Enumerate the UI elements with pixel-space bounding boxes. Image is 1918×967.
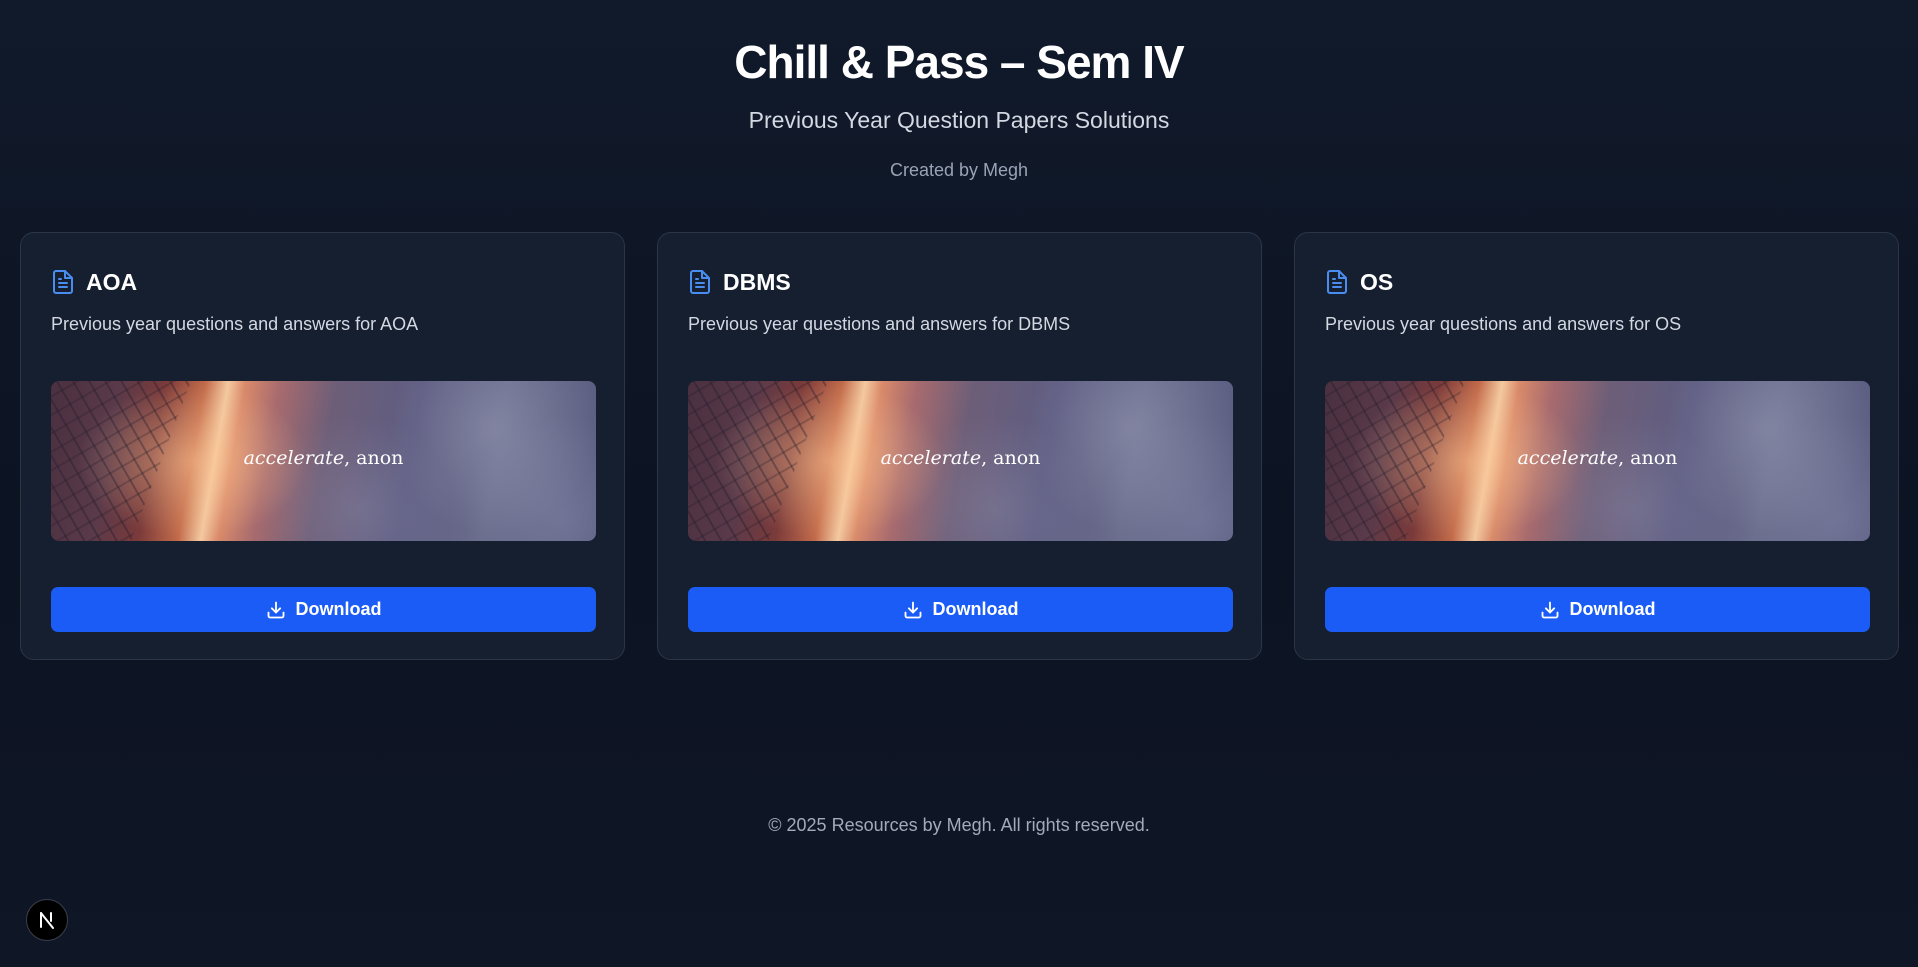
banner-caption-accent: accelerate <box>243 447 345 469</box>
download-button[interactable]: Download <box>51 587 596 632</box>
banner-caption-rest: , anon <box>1618 447 1678 469</box>
card-os: OS Previous year questions and answers f… <box>1294 232 1899 660</box>
card-header: DBMS <box>688 267 791 297</box>
page-title: Chill & Pass – Sem IV <box>734 36 1184 88</box>
resource-cards: AOA Previous year questions and answers … <box>20 232 1900 662</box>
banner-caption: accelerate, anon <box>688 447 1233 469</box>
page-subtitle: Previous Year Question Papers Solutions <box>748 107 1170 133</box>
card-title: DBMS <box>723 268 791 295</box>
card-header: OS <box>1325 267 1393 297</box>
download-button-label: Download <box>932 599 1019 619</box>
card-description: Previous year questions and answers for … <box>51 314 419 334</box>
document-icon <box>688 269 712 295</box>
banner-caption-accent: accelerate <box>1517 447 1619 469</box>
banner-caption-rest: , anon <box>344 447 404 469</box>
banner-caption: accelerate, anon <box>51 447 596 469</box>
card-dbms: DBMS Previous year questions and answers… <box>657 232 1262 660</box>
banner-caption: accelerate, anon <box>1325 447 1870 469</box>
card-description: Previous year questions and answers for … <box>688 314 1071 334</box>
nextjs-logo-icon[interactable] <box>26 899 68 941</box>
download-icon <box>266 600 286 620</box>
download-button[interactable]: Download <box>1325 587 1870 632</box>
banner-caption-accent: accelerate <box>880 447 982 469</box>
document-icon <box>1325 269 1349 295</box>
banner-image: accelerate, anon <box>51 381 596 541</box>
card-title: OS <box>1360 268 1394 295</box>
download-icon <box>903 600 923 620</box>
card-title: AOA <box>86 268 138 295</box>
download-button[interactable]: Download <box>688 587 1233 632</box>
download-button-label: Download <box>1569 599 1656 619</box>
banner-image: accelerate, anon <box>688 381 1233 541</box>
footer-copyright: © 2025 Resources by Megh. All rights res… <box>768 815 1150 835</box>
banner-image: accelerate, anon <box>1325 381 1870 541</box>
banner-caption-rest: , anon <box>981 447 1041 469</box>
card-header: AOA <box>51 267 137 297</box>
card-aoa: AOA Previous year questions and answers … <box>20 232 625 660</box>
download-icon <box>1540 600 1560 620</box>
card-description: Previous year questions and answers for … <box>1325 314 1682 334</box>
page-credit: Created by Megh <box>889 160 1029 180</box>
download-button-label: Download <box>295 599 382 619</box>
document-icon <box>51 269 75 295</box>
